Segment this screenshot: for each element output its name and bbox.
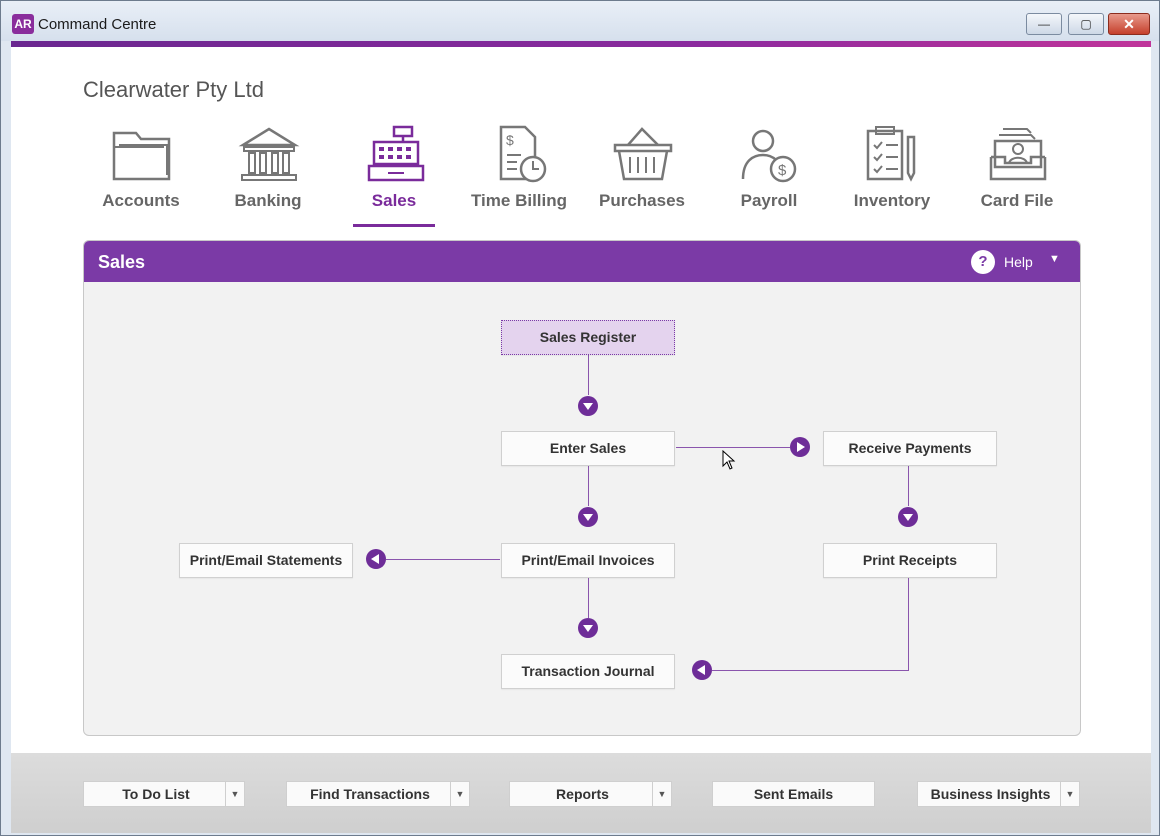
- help-icon[interactable]: ?: [971, 250, 995, 274]
- arrow-left-icon: [366, 549, 386, 569]
- folder-icon: [112, 131, 171, 181]
- transaction-journal-button[interactable]: Transaction Journal: [501, 654, 675, 689]
- panel-header: Sales ? Help ▼: [84, 241, 1080, 282]
- panel-title: Sales: [98, 252, 146, 272]
- nav-inventory-label: Inventory: [853, 191, 931, 210]
- find-transactions-button[interactable]: Find Transactions ▼: [286, 781, 470, 807]
- to-do-list-button[interactable]: To Do List ▼: [83, 781, 245, 807]
- basket-icon: [613, 127, 673, 181]
- minimize-icon: —: [1038, 17, 1050, 31]
- clock-document-icon: $: [499, 125, 547, 183]
- connector-register-to-enter: [588, 355, 589, 395]
- print-receipts-button[interactable]: Print Receipts: [823, 543, 997, 578]
- mouse-cursor-icon: [722, 450, 736, 470]
- arrow-down-icon: [578, 396, 598, 416]
- print-email-invoices-button[interactable]: Print/Email Invoices: [501, 543, 675, 578]
- chevron-down-icon[interactable]: ▼: [652, 782, 671, 806]
- find-transactions-label: Find Transactions: [310, 786, 430, 802]
- arrow-right-icon: [790, 437, 810, 457]
- bottom-toolbar: To Do List ▼ Find Transactions ▼ Reports…: [11, 753, 1151, 833]
- nav-accounts-label: Accounts: [102, 191, 180, 210]
- enter-sales-button[interactable]: Enter Sales: [501, 431, 675, 466]
- nav-sales-label: Sales: [371, 191, 417, 210]
- reports-button[interactable]: Reports ▼: [509, 781, 672, 807]
- arrow-down-icon: [578, 618, 598, 638]
- nav-time-billing[interactable]: $ Time Billing: [459, 125, 579, 235]
- business-insights-label: Business Insights: [930, 786, 1051, 802]
- chevron-down-icon[interactable]: ▼: [225, 782, 244, 806]
- minimize-button[interactable]: —: [1026, 13, 1062, 35]
- to-do-list-label: To Do List: [122, 786, 190, 802]
- chevron-down-icon[interactable]: ▼: [1060, 782, 1079, 806]
- connector-receipts-to-journal: [712, 670, 909, 671]
- sent-emails-button[interactable]: Sent Emails: [712, 781, 875, 807]
- client-area: Clearwater Pty Ltd Accounts Banking Sale…: [11, 47, 1151, 833]
- close-button[interactable]: ✕: [1108, 13, 1150, 35]
- connector-invoices-to-statements: [386, 559, 500, 560]
- nav-purchases-label: Purchases: [599, 191, 685, 210]
- connector-enter-to-invoices: [588, 466, 589, 506]
- arrow-down-icon: [578, 507, 598, 527]
- nav-time-billing-label: Time Billing: [470, 191, 568, 210]
- nav-purchases[interactable]: Purchases: [582, 125, 702, 235]
- connector-invoices-to-journal: [588, 578, 589, 618]
- connector-enter-to-payments: [676, 447, 790, 448]
- cash-register-icon: [367, 125, 425, 182]
- card-file-icon: [989, 128, 1047, 181]
- command-centre-window: AR Command Centre — ▢ ✕ Clearwater Pty L…: [0, 0, 1160, 836]
- maximize-icon: ▢: [1080, 17, 1092, 31]
- sales-register-button[interactable]: Sales Register: [501, 320, 675, 355]
- close-icon: ✕: [1123, 16, 1135, 32]
- maximize-button[interactable]: ▢: [1068, 13, 1104, 35]
- sales-panel: Sales ? Help ▼ Sales Register Enter Sale…: [83, 240, 1081, 736]
- print-email-statements-button[interactable]: Print/Email Statements: [179, 543, 353, 578]
- chevron-down-icon[interactable]: ▼: [1049, 253, 1060, 265]
- window-title: Command Centre: [38, 16, 157, 33]
- receive-payments-button[interactable]: Receive Payments: [823, 431, 997, 466]
- title-bar: AR Command Centre — ▢ ✕: [1, 1, 1159, 41]
- help-link[interactable]: Help: [1004, 254, 1033, 270]
- nav-payroll-label: Payroll: [740, 191, 798, 210]
- bank-icon: [238, 127, 300, 181]
- nav-card-file[interactable]: Card File: [957, 125, 1077, 235]
- arrow-left-icon: [692, 660, 712, 680]
- nav-payroll[interactable]: $ Payroll: [709, 125, 829, 235]
- active-tab-indicator: [353, 224, 435, 227]
- svg-text:$: $: [506, 132, 514, 148]
- clipboard-icon: [866, 126, 916, 182]
- nav-sales[interactable]: Sales: [334, 125, 454, 235]
- nav-banking-label: Banking: [234, 191, 302, 210]
- company-name: Clearwater Pty Ltd: [83, 77, 264, 102]
- chevron-down-icon[interactable]: ▼: [450, 782, 469, 806]
- nav-accounts[interactable]: Accounts: [81, 125, 201, 235]
- svg-text:$: $: [778, 162, 787, 179]
- connector-receipts-down: [908, 578, 909, 670]
- nav-card-file-label: Card File: [980, 191, 1054, 210]
- arrow-down-icon: [898, 507, 918, 527]
- nav-banking[interactable]: Banking: [208, 125, 328, 235]
- business-insights-button[interactable]: Business Insights ▼: [917, 781, 1080, 807]
- person-dollar-icon: $: [741, 129, 797, 183]
- app-logo-icon: AR: [12, 14, 34, 34]
- nav-inventory[interactable]: Inventory: [832, 125, 952, 235]
- connector-payments-to-receipts: [908, 466, 909, 506]
- sent-emails-label: Sent Emails: [753, 786, 834, 802]
- reports-label: Reports: [556, 786, 609, 802]
